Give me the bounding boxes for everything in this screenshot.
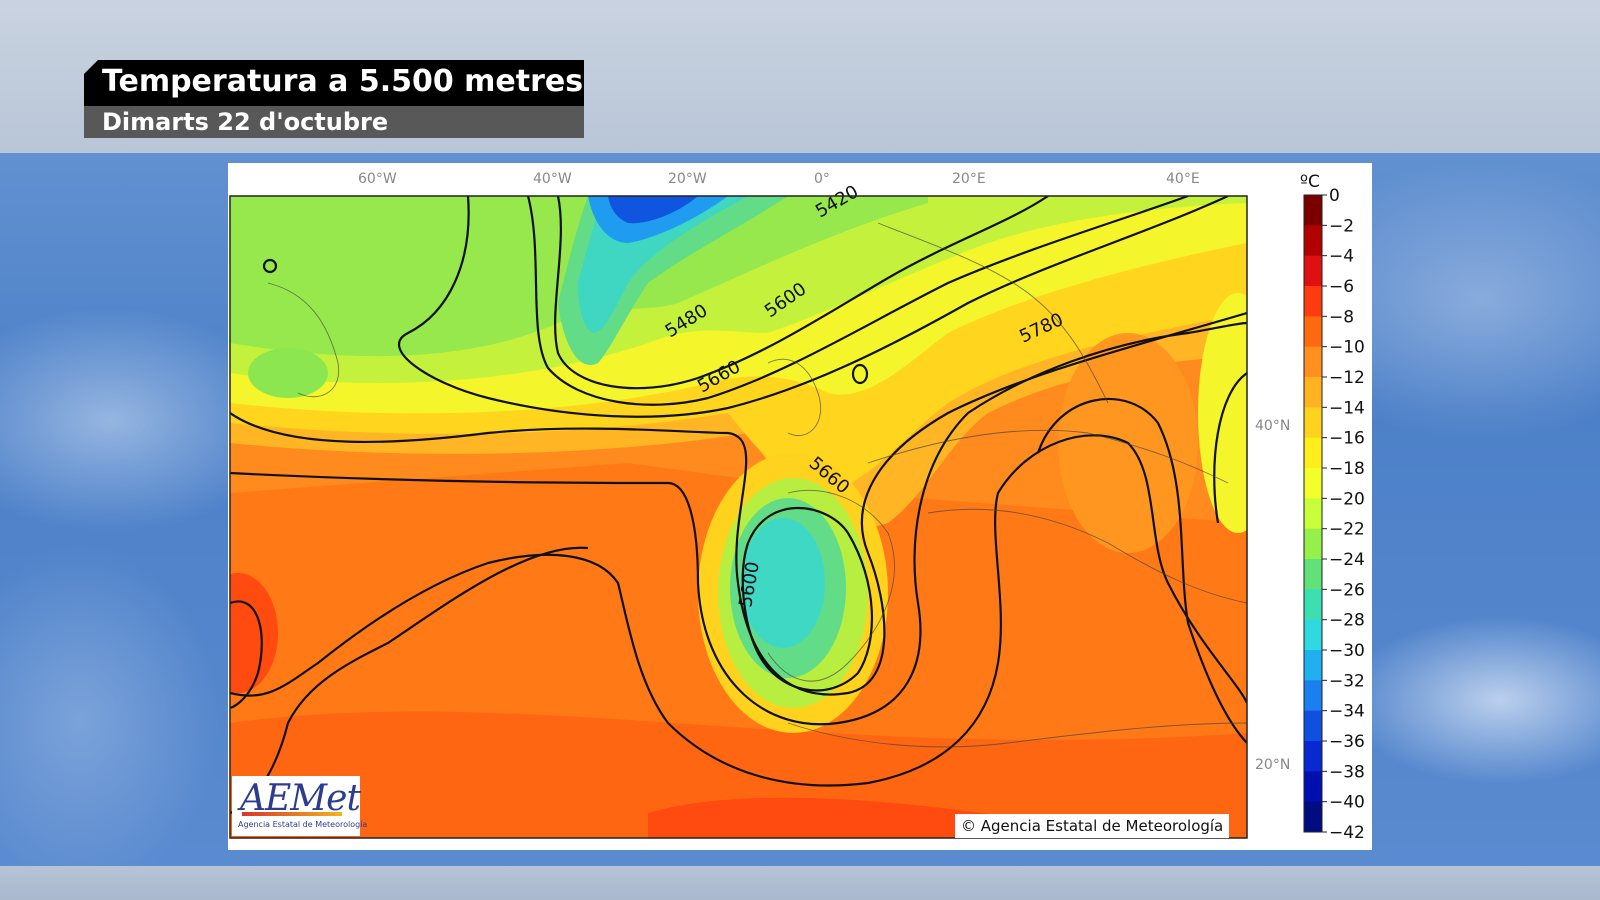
colorbar-segment — [1304, 225, 1322, 257]
page-title: Temperatura a 5.500 metres — [102, 64, 584, 99]
colorbar-tick-label: −16 — [1329, 429, 1365, 449]
colorbar-tick-label: −24 — [1329, 550, 1365, 570]
longitude-label: 40°E — [1166, 171, 1200, 187]
colorbar-tick-label: −14 — [1329, 398, 1365, 418]
colorbar-tick-label: −6 — [1329, 277, 1354, 297]
latitude-label: 40°N — [1255, 418, 1290, 434]
copyright-notice: © Agencia Estatal de Meteorología — [955, 814, 1230, 838]
colorbar-segment — [1304, 650, 1322, 681]
colorbar-segment — [1304, 468, 1322, 499]
colorbar-segment — [1304, 255, 1322, 287]
temperature-field — [230, 196, 1247, 838]
colorbar-tick-label: −22 — [1329, 520, 1365, 540]
colorbar-tick-label: −4 — [1329, 247, 1354, 267]
longitude-label: 20°W — [668, 171, 707, 187]
bottom-band — [0, 866, 1600, 900]
colorbar-unit: ºC — [1300, 172, 1320, 192]
colorbar-tick-label: −34 — [1329, 702, 1365, 722]
colorbar-tick-label: −18 — [1329, 459, 1365, 479]
logo-stripe — [242, 812, 342, 816]
logo-tagline: Agencia Estatal de Meteorología — [238, 820, 368, 829]
longitude-label: 0° — [814, 171, 830, 187]
longitude-label: 20°E — [952, 171, 986, 187]
colorbar-segment — [1304, 528, 1322, 560]
colorbar-segment — [1304, 619, 1322, 651]
colorbar-segment — [1304, 680, 1322, 712]
map-panel: 5420 5480 5600 5660 5780 5660 5600 60°W … — [228, 163, 1372, 850]
aemet-logo: AEMet Agencia Estatal de Meteorología — [232, 776, 367, 836]
colorbar-segment — [1304, 346, 1322, 378]
colorbar-tick-label: −20 — [1329, 489, 1365, 509]
latitude-label: 20°N — [1255, 757, 1290, 773]
colorbar-segment — [1304, 771, 1322, 803]
colorbar-tick-label: −40 — [1329, 793, 1365, 813]
colorbar-tick-label: −36 — [1329, 732, 1365, 752]
colorbar-tick-label: −32 — [1329, 671, 1365, 691]
colorbar-segment — [1304, 437, 1322, 469]
colorbar-tick-label: −38 — [1329, 762, 1365, 782]
colorbar-segment — [1304, 741, 1322, 772]
colorbar-segment — [1304, 589, 1322, 621]
colorbar-segment — [1304, 407, 1322, 439]
map-figure: 5420 5480 5600 5660 5780 5660 5600 60°W … — [229, 171, 1365, 843]
colorbar-segment — [1304, 801, 1322, 833]
page-subtitle: Dimarts 22 d'octubre — [102, 108, 389, 136]
colorbar-segment — [1304, 710, 1322, 742]
colorbar-tick-label: −12 — [1329, 368, 1365, 388]
colorbar-segment — [1304, 559, 1322, 590]
longitude-label: 40°W — [533, 171, 572, 187]
colorbar-tick-label: −10 — [1329, 338, 1365, 358]
longitude-label: 60°W — [358, 171, 397, 187]
colorbar: 0 −2 −4 −6 −8 −10 −12 −14 −16 −18 −20 −22 −24 −26 −28 −… — [1303, 186, 1365, 843]
colorbar-segment — [1304, 498, 1322, 530]
colorbar-tick-label: −42 — [1329, 823, 1365, 843]
colorbar-segment — [1304, 377, 1322, 408]
colorbar-segment — [1304, 286, 1322, 317]
colorbar-tick-label: 0 — [1329, 186, 1340, 206]
colorbar-segment — [1304, 195, 1322, 226]
colorbar-segment — [1304, 316, 1322, 348]
colorbar-tick-label: −28 — [1329, 611, 1365, 631]
colorbar-tick-label: −8 — [1329, 307, 1354, 327]
colorbar-tick-label: −30 — [1329, 641, 1365, 661]
colorbar-tick-label: −2 — [1329, 216, 1354, 236]
colorbar-tick-label: −26 — [1329, 580, 1365, 600]
